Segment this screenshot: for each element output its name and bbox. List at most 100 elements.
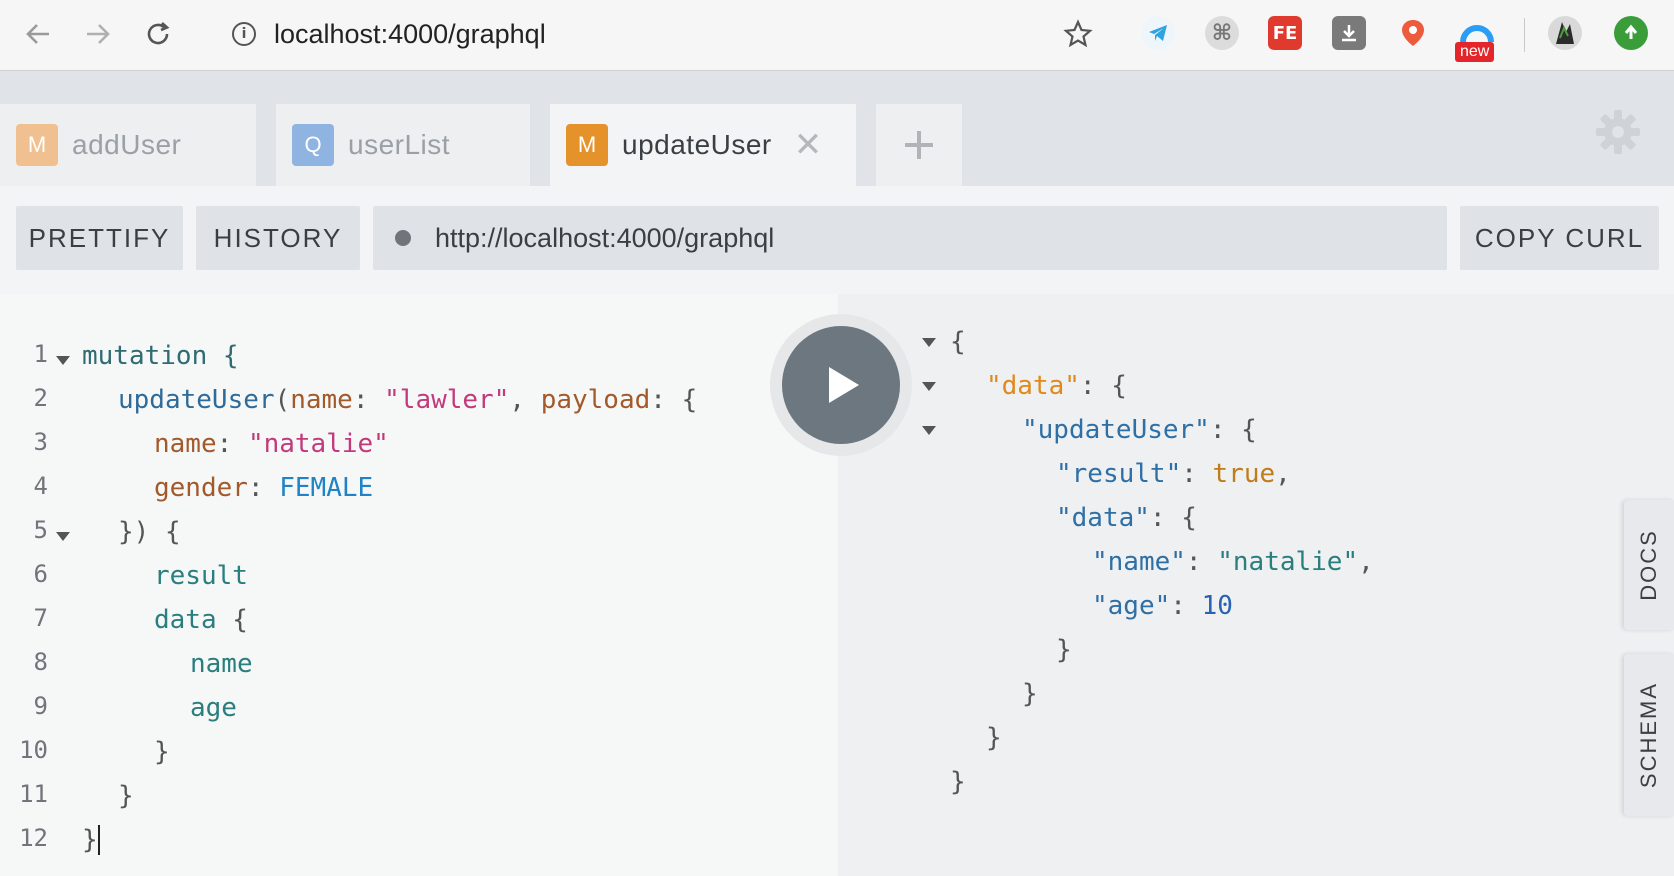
schema-tab[interactable]: SCHEMA — [1624, 654, 1674, 816]
code-line-2: updateUser(name: "lawler", payload: { — [118, 380, 697, 420]
result-line-5: "data": { — [1056, 498, 1197, 538]
schema-tab-label: SCHEMA — [1636, 681, 1661, 789]
tab-label: updateUser — [622, 129, 772, 160]
toolbar-separator — [1524, 18, 1525, 52]
line-number: 5 — [33, 516, 48, 544]
result-line-10: } — [986, 718, 1002, 758]
plus-icon — [905, 131, 933, 159]
close-icon[interactable]: ✕ — [794, 125, 823, 165]
code-punc: : — [247, 473, 280, 503]
code-punc: } — [82, 825, 98, 855]
json-number: 10 — [1201, 591, 1233, 621]
line-number: 10 — [19, 736, 48, 764]
result-line-6: "name": "natalie", — [1092, 542, 1374, 582]
code-field: result — [154, 561, 248, 591]
code-punc: : { — [1209, 415, 1257, 445]
docs-tab-label: DOCS — [1636, 529, 1661, 601]
result-line-4: "result": true, — [1056, 454, 1291, 494]
text-cursor — [97, 825, 100, 855]
mutation-badge: M — [566, 124, 608, 166]
fold-arrow-icon[interactable] — [56, 532, 70, 541]
result-line-2: "data": { — [986, 366, 1127, 406]
history-button[interactable]: HISTORY — [196, 206, 360, 270]
code-keyword: mutation { — [82, 341, 239, 371]
code-arg: payload — [540, 385, 651, 415]
avatar[interactable] — [1548, 16, 1582, 50]
line-number: 2 — [33, 384, 48, 412]
new-badge: new — [1455, 42, 1495, 62]
code-punc: : — [352, 385, 385, 415]
code-punc: : { — [1079, 371, 1127, 401]
tab-update-user[interactable]: M updateUser ✕ — [550, 104, 856, 186]
code-punc: { — [216, 605, 248, 635]
fold-arrow-icon[interactable] — [922, 426, 936, 435]
code-string: "natalie" — [247, 429, 389, 459]
code-function: updateUser — [118, 385, 275, 415]
endpoint-input[interactable]: http://localhost:4000/graphql — [373, 206, 1447, 270]
result-line-1: { — [950, 322, 966, 362]
info-icon[interactable]: i — [232, 22, 256, 46]
code-punc: } — [986, 723, 1002, 753]
endpoint-url[interactable]: http://localhost:4000/graphql — [435, 223, 774, 254]
reload-button[interactable] — [138, 14, 178, 54]
code-punc: } — [118, 781, 134, 811]
code-line-4: gender: FEMALE — [154, 468, 373, 508]
mutation-badge: M — [16, 124, 58, 166]
command-extension-icon[interactable]: ⌘ — [1205, 16, 1239, 50]
arrow-left-icon — [26, 24, 49, 44]
result-viewer: { "data": { "updateUser": { "result": tr… — [838, 294, 1674, 876]
fe-extension-icon[interactable]: FE — [1268, 16, 1302, 50]
fold-arrow-icon[interactable] — [56, 356, 70, 365]
json-key: "name" — [1092, 547, 1186, 577]
forward-button[interactable] — [78, 14, 118, 54]
execute-query-button[interactable] — [770, 314, 912, 456]
docs-tab[interactable]: DOCS — [1624, 500, 1674, 630]
line-number: 1 — [33, 340, 48, 368]
upload-extension-icon[interactable] — [1614, 16, 1648, 50]
add-tab-button[interactable] — [876, 104, 962, 186]
json-string: "natalie" — [1217, 547, 1359, 577]
copy-curl-button[interactable]: COPY CURL — [1460, 206, 1659, 270]
line-number: 9 — [33, 692, 48, 720]
arrow-right-icon — [87, 24, 110, 44]
gear-icon — [1596, 110, 1640, 154]
code-line-7: data { — [154, 600, 248, 640]
json-boolean: true — [1212, 459, 1276, 489]
bookmark-star-button[interactable] — [1058, 14, 1098, 54]
url-text[interactable]: localhost:4000/graphql — [274, 19, 546, 50]
browser-toolbar: i localhost:4000/graphql ⌘ FE new — [0, 0, 1674, 71]
code-line-5: }) { — [118, 512, 181, 552]
line-number: 8 — [33, 648, 48, 676]
query-editor[interactable]: 1 mutation { 2 updateUser(name: "lawler"… — [0, 294, 838, 876]
code-arg: gender — [154, 473, 248, 503]
code-punc: : — [1181, 459, 1213, 489]
code-line-9: age — [190, 688, 237, 728]
tab-user-list[interactable]: Q userList — [276, 104, 530, 186]
code-punc: } — [1056, 635, 1072, 665]
download-extension-icon[interactable] — [1332, 16, 1366, 50]
address-bar[interactable]: i localhost:4000/graphql — [232, 14, 546, 54]
query-badge: Q — [292, 124, 334, 166]
code-line-10: } — [154, 732, 170, 772]
code-line-6: result — [154, 556, 248, 596]
reload-icon — [147, 22, 170, 45]
code-field: data — [154, 605, 217, 635]
json-key: "data" — [1056, 503, 1150, 533]
result-line-3: "updateUser": { — [1022, 410, 1257, 450]
code-punc: , — [509, 385, 541, 415]
code-punc: : — [1185, 547, 1218, 577]
telegram-extension-icon[interactable] — [1141, 16, 1175, 50]
code-punc: { — [950, 327, 966, 357]
code-line-1: mutation { — [82, 336, 239, 376]
fold-arrow-icon[interactable] — [922, 338, 936, 347]
fold-arrow-icon[interactable] — [922, 382, 936, 391]
code-punc: , — [1275, 459, 1291, 489]
settings-button[interactable] — [1590, 104, 1646, 160]
back-button[interactable] — [18, 14, 58, 54]
code-punc: } — [154, 737, 170, 767]
json-key: "updateUser" — [1022, 415, 1210, 445]
result-line-11: } — [950, 762, 966, 802]
prettify-button[interactable]: PRETTIFY — [16, 206, 183, 270]
tab-add-user[interactable]: M addUser — [0, 104, 256, 186]
location-pin-extension-icon[interactable] — [1396, 16, 1430, 50]
